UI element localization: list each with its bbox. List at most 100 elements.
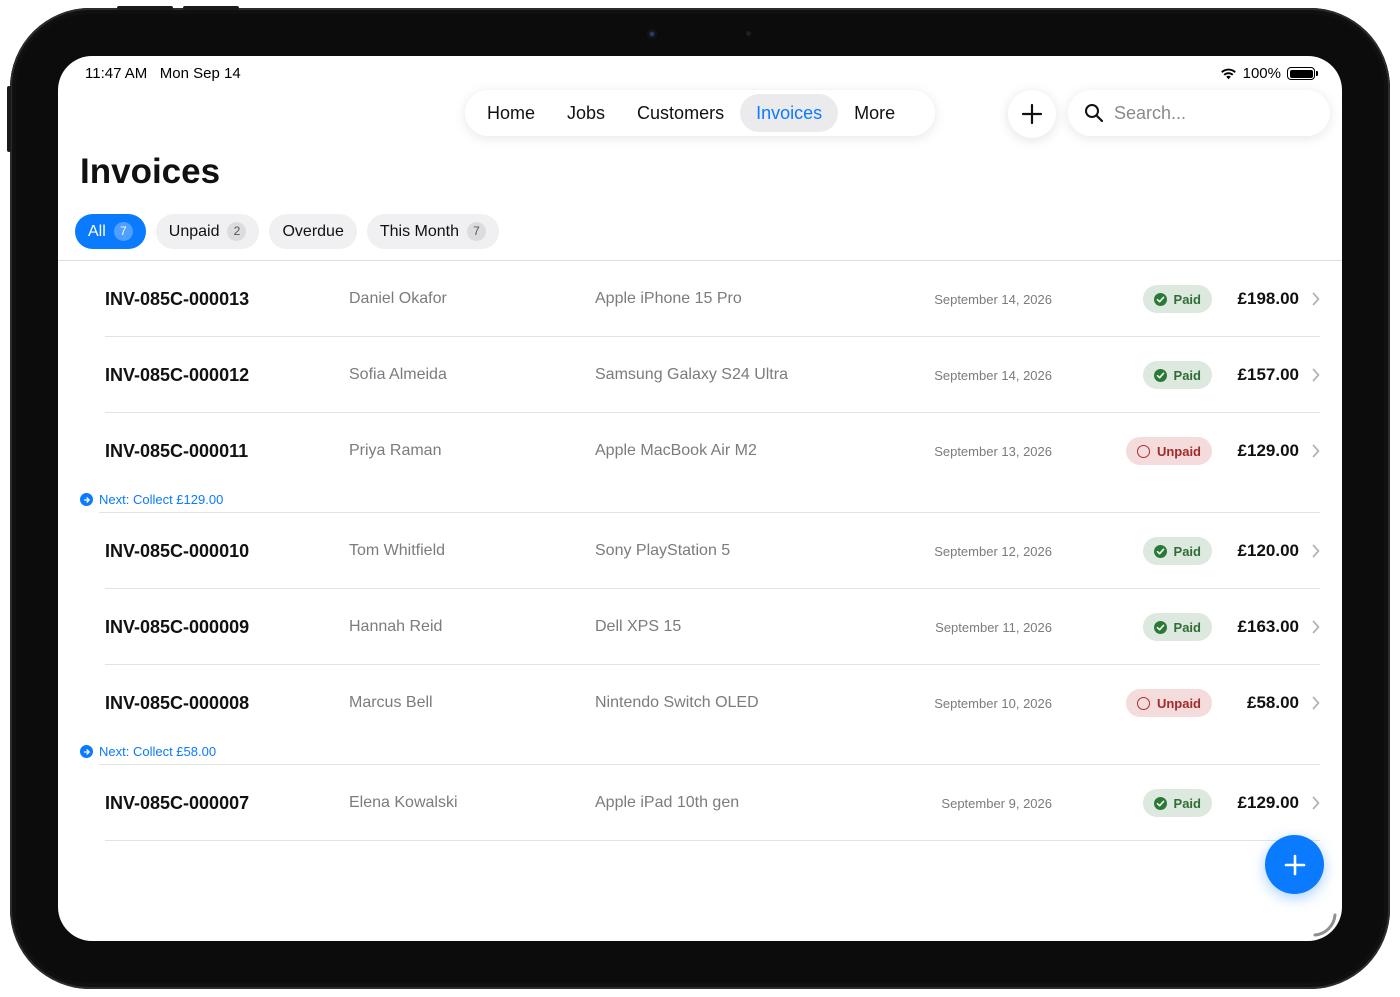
invoice-amount: £198.00 <box>1237 289 1299 308</box>
checkmark-icon <box>1153 292 1167 306</box>
filter-chips: All 7 Unpaid 2 Overdue This Month 7 <box>75 214 499 249</box>
status-label: Unpaid <box>1156 443 1201 459</box>
invoice-date: September 11, 2026 <box>935 619 1052 635</box>
battery-percent: 100% <box>1242 65 1281 82</box>
status-time-date: 11:47 AM Mon Sep 14 <box>85 65 241 82</box>
invoice-date: September 9, 2026 <box>941 795 1052 811</box>
page-title: Invoices <box>80 152 221 191</box>
battery-icon <box>1287 67 1318 80</box>
tab-invoices[interactable]: Invoices <box>740 94 839 132</box>
next-action[interactable]: Next: Collect £129.00 <box>80 492 223 507</box>
status-badge: Paid <box>1142 361 1212 389</box>
tab-more[interactable]: More <box>838 94 911 132</box>
status-label: Unpaid <box>1156 695 1201 711</box>
search-field[interactable] <box>1068 90 1330 136</box>
chevron-right-icon <box>1308 261 1320 337</box>
filter-this-month[interactable]: This Month 7 <box>366 214 499 249</box>
next-action-label: Next: Collect £129.00 <box>99 492 224 507</box>
invoice-device: Dell XPS 15 <box>595 618 682 635</box>
invoice-device: Nintendo Switch OLED <box>595 694 759 711</box>
invoice-customer: Elena Kowalski <box>349 794 458 811</box>
chevron-right-icon <box>1308 765 1320 841</box>
app-screen: 11:47 AM Mon Sep 14 100% Home Jobs Custo… <box>58 56 1342 941</box>
invoice-amount: £129.00 <box>1237 793 1299 812</box>
status-badge: Unpaid <box>1125 437 1212 465</box>
invoice-date: September 12, 2026 <box>934 543 1052 559</box>
invoice-number: INV-085C-000011 <box>105 440 249 461</box>
checkmark-icon <box>1153 544 1167 558</box>
chevron-right-icon <box>1308 337 1320 413</box>
tab-customers[interactable]: Customers <box>621 94 740 132</box>
chevron-right-icon <box>1308 413 1320 489</box>
circle-icon <box>1136 444 1150 458</box>
hardware-button <box>117 6 173 10</box>
status-label: Paid <box>1173 795 1201 811</box>
filter-label: Overdue <box>282 222 344 240</box>
status-badge: Paid <box>1142 285 1212 313</box>
filter-count: 7 <box>467 222 486 241</box>
status-badge: Paid <box>1142 613 1212 641</box>
invoice-customer: Marcus Bell <box>349 694 433 711</box>
invoice-number: INV-085C-000007 <box>105 792 250 813</box>
invoice-row[interactable]: INV-085C-000007 Elena Kowalski Apple iPa… <box>105 765 1320 841</box>
tab-home[interactable]: Home <box>471 94 551 132</box>
invoice-amount: £163.00 <box>1237 617 1299 636</box>
status-label: Paid <box>1173 543 1201 559</box>
invoice-row[interactable]: INV-085C-000011 Priya Raman Apple MacBoo… <box>80 413 1320 513</box>
status-label: Paid <box>1173 619 1201 635</box>
invoice-customer: Priya Raman <box>349 442 442 459</box>
status-time: 11:47 AM <box>85 65 148 82</box>
status-badge-wrap: Paid <box>1142 765 1212 841</box>
invoice-device: Apple iPhone 15 Pro <box>595 290 742 307</box>
arrow-right-icon <box>80 745 93 758</box>
status-badge-wrap: Unpaid <box>1125 413 1212 489</box>
invoice-amount: £129.00 <box>1237 441 1299 460</box>
invoice-row[interactable]: INV-085C-000012 Sofia Almeida Samsung Ga… <box>105 337 1320 413</box>
invoice-row[interactable]: INV-085C-000010 Tom Whitfield Sony PlayS… <box>105 513 1320 589</box>
filter-all[interactable]: All 7 <box>75 214 146 249</box>
status-badge-wrap: Paid <box>1142 513 1212 589</box>
invoice-customer: Daniel Okafor <box>349 290 447 307</box>
filter-unpaid[interactable]: Unpaid 2 <box>155 214 260 249</box>
filter-count: 2 <box>227 222 247 241</box>
checkmark-icon <box>1153 620 1167 634</box>
invoice-date: September 13, 2026 <box>934 443 1052 459</box>
status-date: Mon Sep 14 <box>159 65 241 82</box>
plus-icon <box>1021 103 1043 125</box>
invoice-row[interactable]: INV-085C-000013 Daniel Okafor Apple iPho… <box>105 261 1320 337</box>
filter-count: 7 <box>113 222 133 241</box>
status-badge-wrap: Paid <box>1142 589 1212 665</box>
invoice-date: September 10, 2026 <box>934 695 1052 711</box>
status-label: Paid <box>1173 367 1201 383</box>
invoice-customer: Sofia Almeida <box>349 366 447 383</box>
arrow-right-icon <box>80 493 93 506</box>
status-indicators: 100% <box>1220 65 1318 82</box>
invoice-date: September 14, 2026 <box>934 367 1052 383</box>
next-action-label: Next: Collect £58.00 <box>99 744 217 759</box>
search-icon <box>1085 104 1104 123</box>
wifi-icon <box>1220 68 1236 80</box>
tab-jobs[interactable]: Jobs <box>551 94 621 132</box>
add-button[interactable] <box>1008 90 1056 138</box>
chevron-right-icon <box>1308 665 1320 741</box>
search-input[interactable] <box>1112 101 1312 125</box>
invoice-row[interactable]: INV-085C-000009 Hannah Reid Dell XPS 15 … <box>105 589 1320 665</box>
checkmark-icon <box>1153 368 1167 382</box>
status-badge-wrap: Paid <box>1142 337 1212 413</box>
invoice-row[interactable]: INV-085C-000008 Marcus Bell Nintendo Swi… <box>80 665 1320 765</box>
filter-overdue[interactable]: Overdue <box>269 214 357 249</box>
plus-icon <box>1284 854 1305 875</box>
invoice-device: Samsung Galaxy S24 Ultra <box>595 366 788 383</box>
invoice-amount: £58.00 <box>1247 693 1299 712</box>
filter-label: This Month <box>379 222 459 240</box>
invoice-date: September 14, 2026 <box>934 291 1052 307</box>
invoice-customer: Hannah Reid <box>349 618 443 635</box>
filter-label: All <box>88 222 106 240</box>
next-action[interactable]: Next: Collect £58.00 <box>80 744 216 759</box>
checkmark-icon <box>1153 796 1167 810</box>
new-invoice-fab[interactable] <box>1265 835 1324 894</box>
invoice-number: INV-085C-000012 <box>105 364 250 385</box>
status-label: Paid <box>1173 291 1201 307</box>
invoice-customer: Tom Whitfield <box>349 542 446 559</box>
front-camera <box>647 29 657 39</box>
